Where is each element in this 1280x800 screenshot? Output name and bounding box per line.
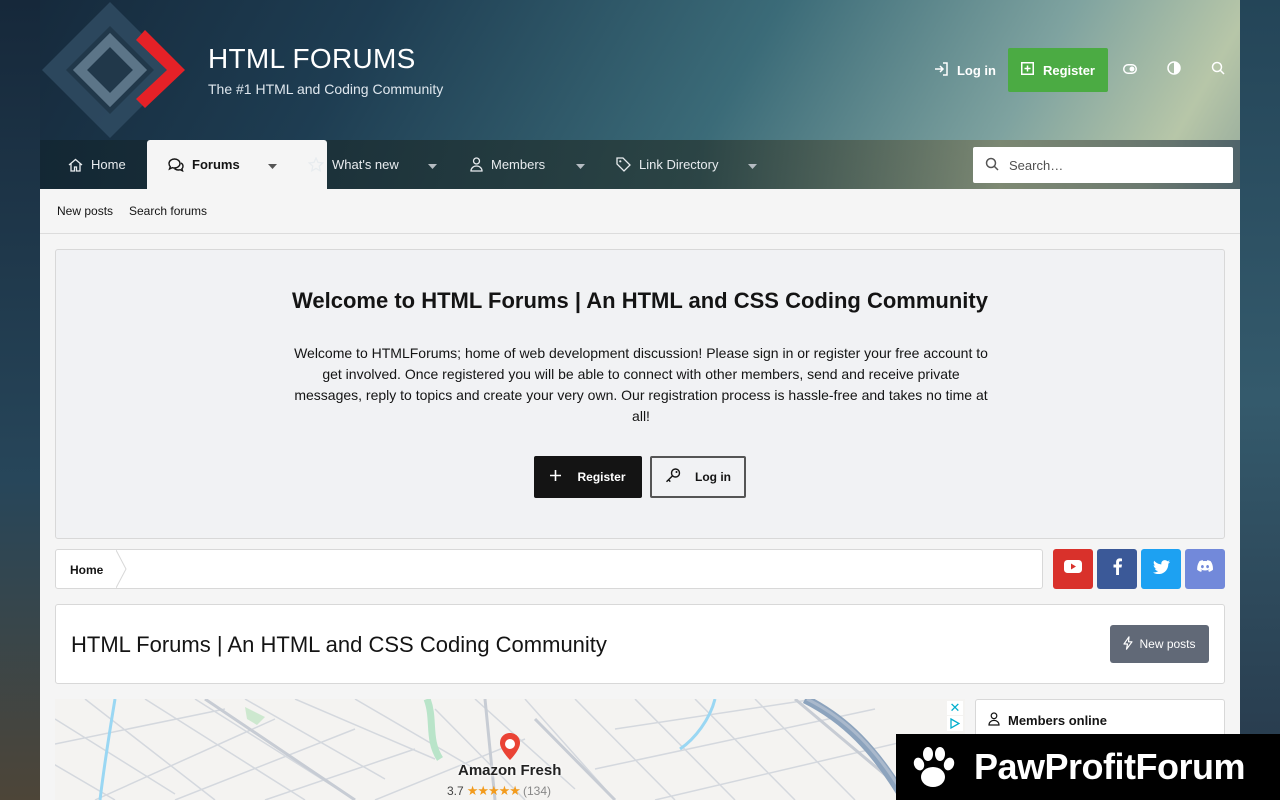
user-icon	[470, 157, 483, 172]
caret-down-icon	[747, 156, 757, 174]
subnav-search-forums[interactable]: Search forums	[129, 204, 207, 218]
new-posts-label: New posts	[1139, 637, 1196, 651]
header-search-button[interactable]	[1196, 48, 1240, 92]
tab-whats-new[interactable]: What's new	[308, 140, 399, 189]
youtube-icon	[1064, 560, 1082, 578]
search-input[interactable]: Search…	[973, 147, 1233, 183]
search-icon	[1211, 61, 1225, 80]
toggle-icon	[1123, 61, 1137, 79]
ad-rating: 3.7 ★★★★★ (134)	[447, 783, 551, 799]
star-icon	[308, 157, 324, 172]
tab-home-label: Home	[91, 157, 126, 172]
link-directory-menu-toggle[interactable]	[738, 140, 766, 189]
site-tagline: The #1 HTML and Coding Community	[208, 81, 444, 97]
map-advertisement[interactable]: Amazon Fresh 3.7 ★★★★★ (134)	[55, 699, 965, 800]
notice-login-label: Log in	[695, 470, 731, 484]
caret-down-icon	[267, 156, 277, 174]
members-online-title: Members online	[1008, 713, 1107, 728]
new-posts-button[interactable]: New posts	[1110, 625, 1209, 663]
notice-login-button[interactable]: Log in	[650, 456, 746, 498]
main-navigation: Home Forums What's new Members Link Dire…	[40, 140, 1240, 189]
welcome-notice: Welcome to HTML Forums | An HTML and CSS…	[55, 249, 1225, 539]
plus-icon	[550, 470, 562, 484]
whats-new-menu-toggle[interactable]	[418, 140, 446, 189]
tab-forums-label: Forums	[192, 157, 240, 172]
twitter-icon	[1152, 559, 1170, 579]
notice-register-label: Register	[577, 470, 626, 484]
caret-down-icon	[427, 156, 437, 174]
tab-members-label: Members	[491, 157, 546, 172]
site-header: HTML FORUMS The #1 HTML and Coding Commu…	[40, 0, 1240, 140]
header-login-button[interactable]: Log in	[922, 48, 1008, 92]
style-toggle-button[interactable]	[1108, 48, 1152, 92]
discord-button[interactable]	[1185, 549, 1225, 589]
paw-icon	[906, 740, 960, 794]
tab-home[interactable]: Home	[68, 140, 126, 189]
search-icon	[985, 157, 999, 174]
members-online-header[interactable]: Members online	[988, 712, 1107, 729]
ad-info-icon[interactable]	[947, 716, 963, 731]
breadcrumb: Home	[55, 549, 1043, 589]
members-menu-toggle[interactable]	[566, 140, 594, 189]
bolt-icon	[1123, 635, 1134, 653]
plus-square-icon	[1020, 62, 1034, 78]
banner-text: PawProfitForum	[974, 746, 1246, 787]
pawprofitforum-banner: PawProfitForum	[896, 734, 1280, 800]
welcome-heading: Welcome to HTML Forums | An HTML and CSS…	[292, 288, 988, 313]
header-register-label: Register	[1042, 62, 1095, 78]
tab-forums[interactable]: Forums	[147, 140, 327, 189]
comments-icon	[168, 157, 184, 172]
ad-review-count: (134)	[522, 784, 551, 798]
key-icon	[665, 468, 681, 486]
page-title: HTML Forums | An HTML and CSS Coding Com…	[71, 632, 607, 657]
header-actions: Log in Register	[922, 48, 1240, 92]
header-register-button[interactable]: Register	[1007, 48, 1108, 92]
home-icon	[68, 158, 83, 172]
sign-in-icon	[934, 61, 948, 79]
page-body: Welcome to HTML Forums | An HTML and CSS…	[40, 234, 1240, 800]
ad-close-icon[interactable]: ✕	[947, 700, 963, 715]
tab-link-directory[interactable]: Link Directory	[616, 140, 718, 189]
tag-icon	[616, 157, 631, 172]
caret-down-icon	[575, 156, 585, 174]
contrast-icon	[1167, 60, 1181, 80]
ad-place-name: Amazon Fresh	[458, 762, 562, 779]
rating-stars-icon: ★★★★★	[466, 783, 521, 798]
facebook-button[interactable]	[1097, 549, 1137, 589]
tab-members[interactable]: Members	[470, 140, 545, 189]
site-title[interactable]: HTML FORUMS	[208, 43, 416, 75]
tab-whats-new-label: What's new	[332, 157, 399, 172]
notice-register-button[interactable]: Register	[534, 456, 642, 498]
forums-menu-toggle[interactable]	[258, 140, 286, 189]
user-icon	[988, 712, 1000, 729]
twitter-button[interactable]	[1141, 549, 1181, 589]
facebook-icon	[1113, 558, 1122, 580]
breadcrumb-home[interactable]: Home	[70, 563, 103, 577]
breadcrumb-separator	[116, 550, 127, 588]
background-right-edge	[1240, 0, 1280, 800]
header-login-label: Log in	[956, 62, 996, 78]
site-logo[interactable]	[40, 0, 190, 140]
youtube-button[interactable]	[1053, 549, 1093, 589]
background-left-edge	[0, 0, 40, 800]
welcome-text: Welcome to HTMLForums; home of web devel…	[294, 345, 988, 424]
tab-link-directory-label: Link Directory	[639, 157, 719, 172]
search-placeholder: Search…	[1009, 157, 1064, 173]
page-title-block: HTML Forums | An HTML and CSS Coding Com…	[55, 604, 1225, 684]
ad-rating-value: 3.7	[447, 784, 464, 798]
subnav-new-posts[interactable]: New posts	[57, 204, 113, 218]
sub-navigation: New posts Search forums	[40, 189, 1240, 234]
discord-icon	[1197, 560, 1213, 578]
contrast-toggle-button[interactable]	[1152, 48, 1196, 92]
